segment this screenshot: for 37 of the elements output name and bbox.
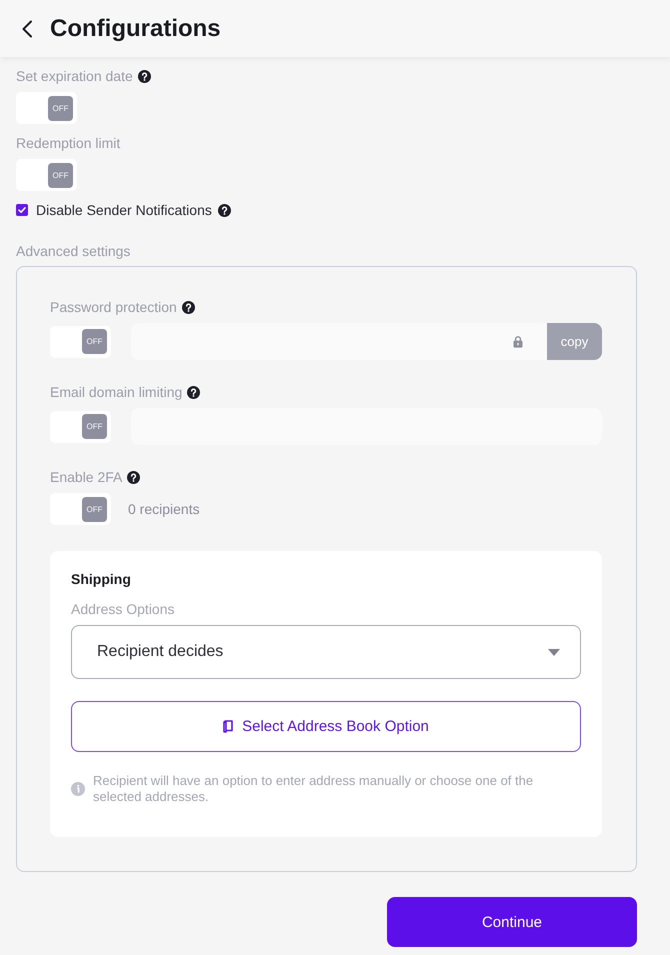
caret-icon: [548, 648, 560, 656]
toggle-knob: OFF: [48, 96, 73, 120]
continue-button[interactable]: Continue: [387, 897, 637, 947]
help-icon[interactable]: [187, 386, 200, 398]
toggle-switch[interactable]: OFF: [50, 493, 111, 525]
book-icon: [223, 720, 234, 733]
page-title: Configurations: [50, 14, 221, 44]
setting-label: Password protection: [50, 298, 177, 316]
toggle-switch[interactable]: OFF: [50, 326, 111, 358]
toggle-knob: OFF: [48, 162, 73, 188]
toggle-knob: OFF: [82, 329, 107, 354]
shipping-title: Shipping: [71, 570, 132, 588]
toggle-switch[interactable]: OFF: [16, 159, 77, 191]
recipient-count: 0 recipients: [128, 501, 200, 517]
info-icon: [71, 782, 85, 796]
info-note: Recipient will have an option to enter address manually or choose one of the selected addresses.: [93, 773, 534, 805]
toggle-knob: OFF: [82, 414, 107, 439]
toggle-switch[interactable]: OFF: [50, 410, 111, 442]
back-icon[interactable]: [21, 20, 33, 38]
help-icon[interactable]: [138, 70, 151, 82]
setting-label: Email domain limiting: [50, 383, 182, 401]
address-book-button[interactable]: Select Address Book Option: [71, 701, 581, 752]
help-icon[interactable]: [218, 204, 231, 216]
lock-icon: [513, 335, 523, 348]
setting-label: Set expiration date: [16, 67, 133, 85]
password-field[interactable]: [131, 323, 547, 360]
address-select[interactable]: Recipient decides: [71, 625, 581, 679]
checkbox[interactable]: [16, 204, 28, 216]
setting-label: Enable 2FA: [50, 468, 122, 486]
toggle-knob: OFF: [82, 496, 107, 522]
field-label: Address Options: [71, 600, 176, 618]
checkbox-label: Disable Sender Notifications: [36, 201, 212, 219]
setting-label: Redemption limit: [16, 134, 120, 152]
help-icon[interactable]: [182, 300, 195, 314]
section-title: Advanced settings: [16, 242, 132, 260]
toggle-switch[interactable]: OFF: [16, 92, 77, 124]
help-icon[interactable]: [127, 470, 140, 484]
